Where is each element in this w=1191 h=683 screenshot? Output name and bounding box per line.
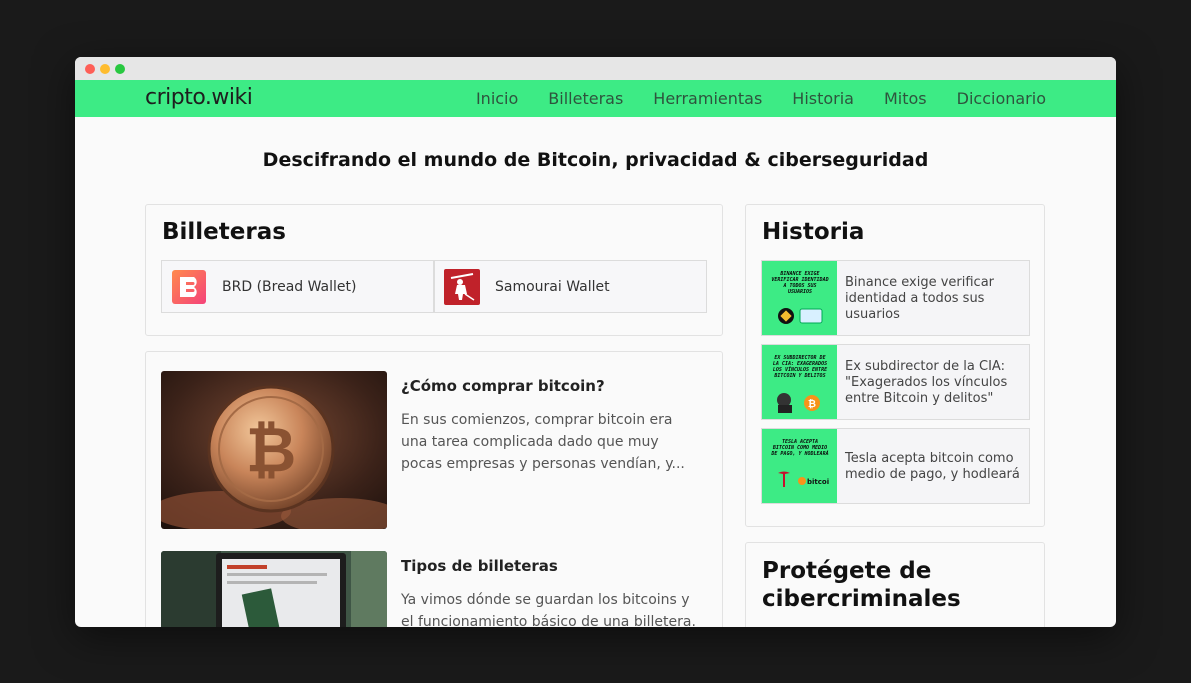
article-title[interactable]: ¿Cómo comprar bitcoin? (401, 377, 605, 395)
article-title[interactable]: Tipos de billeteras (401, 557, 558, 575)
article-excerpt: Ya vimos dónde se guardan los bitcoins y… (401, 592, 696, 627)
historia-text: Ex subdirector de la CIA: "Exagerados lo… (845, 359, 1008, 406)
samourai-logo-icon (443, 268, 481, 306)
brd-logo-icon (170, 268, 208, 306)
historia-title: Historia (762, 219, 865, 245)
thumbnail-caption: TESLA ACEPTA BITCOIN COMO MEDIO DE PAGO,… (771, 439, 829, 457)
nav-inicio[interactable]: Inicio (476, 89, 518, 108)
browser-window: cripto.wiki Inicio Billeteras Herramient… (75, 57, 1116, 627)
window-titlebar (75, 57, 1116, 80)
nav-links: Inicio Billeteras Herramientas Historia … (446, 89, 1046, 108)
nav-diccionario[interactable]: Diccionario (957, 89, 1046, 108)
thumbnail-caption: BINANCE EXIGE VERIFICAR IDENTIDAD A TODO… (771, 271, 829, 295)
historia-text: Tesla acepta bitcoin como medio de pago,… (845, 451, 1020, 482)
maximize-window-button[interactable] (115, 64, 125, 74)
historia-thumbnail[interactable]: BINANCE EXIGE VERIFICAR IDENTIDAD A TODO… (762, 261, 837, 335)
historia-item[interactable]: EX SUBDIRECTOR DE LA CIA: EXAGERADOS LOS… (761, 344, 1030, 420)
article-thumbnail[interactable]: ₿ (161, 371, 387, 529)
nav-mitos[interactable]: Mitos (884, 89, 927, 108)
wallet-item-brd[interactable]: BRD (Bread Wallet) (161, 260, 434, 313)
nav-billeteras[interactable]: Billeteras (548, 89, 623, 108)
protect-card: Protégete de cibercriminales (745, 542, 1045, 627)
historia-text: Binance exige verificar identidad a todo… (845, 275, 995, 322)
svg-text:₿: ₿ (808, 398, 816, 410)
site-brand[interactable]: cripto.wiki (145, 85, 253, 110)
articles-card: ₿ ¿Cómo comprar bitcoin? En sus comienzo… (145, 351, 723, 627)
svg-text:bitcoin: bitcoin (807, 478, 829, 486)
wallets-title: Billeteras (162, 219, 286, 245)
nav-historia[interactable]: Historia (792, 89, 854, 108)
historia-item[interactable]: TESLA ACEPTA BITCOIN COMO MEDIO DE PAGO,… (761, 428, 1030, 504)
protect-title: Protégete de cibercriminales (762, 558, 961, 612)
svg-text:₿: ₿ (246, 416, 297, 485)
minimize-window-button[interactable] (100, 64, 110, 74)
close-window-button[interactable] (85, 64, 95, 74)
wallet-item-samourai[interactable]: Samourai Wallet (434, 260, 707, 313)
nav-herramientas[interactable]: Herramientas (653, 89, 762, 108)
historia-thumbnail[interactable]: EX SUBDIRECTOR DE LA CIA: EXAGERADOS LOS… (762, 345, 837, 419)
page-tagline: Descifrando el mundo de Bitcoin, privaci… (262, 149, 929, 171)
historia-card: Historia BINANCE EXIGE VERIFICAR IDENTID… (745, 204, 1045, 527)
wallet-label: BRD (Bread Wallet) (222, 278, 357, 295)
wallet-label: Samourai Wallet (495, 278, 610, 295)
navbar: cripto.wiki Inicio Billeteras Herramient… (75, 80, 1116, 117)
historia-thumbnail[interactable]: TESLA ACEPTA BITCOIN COMO MEDIO DE PAGO,… (762, 429, 837, 503)
historia-item[interactable]: BINANCE EXIGE VERIFICAR IDENTIDAD A TODO… (761, 260, 1030, 336)
article-excerpt: En sus comienzos, comprar bitcoin era un… (401, 412, 685, 472)
thumbnail-caption: EX SUBDIRECTOR DE LA CIA: EXAGERADOS LOS… (772, 355, 828, 379)
article-thumbnail[interactable] (161, 551, 387, 627)
wallets-card: Billeteras BRD (Bread Wallet) Samourai W… (145, 204, 723, 336)
